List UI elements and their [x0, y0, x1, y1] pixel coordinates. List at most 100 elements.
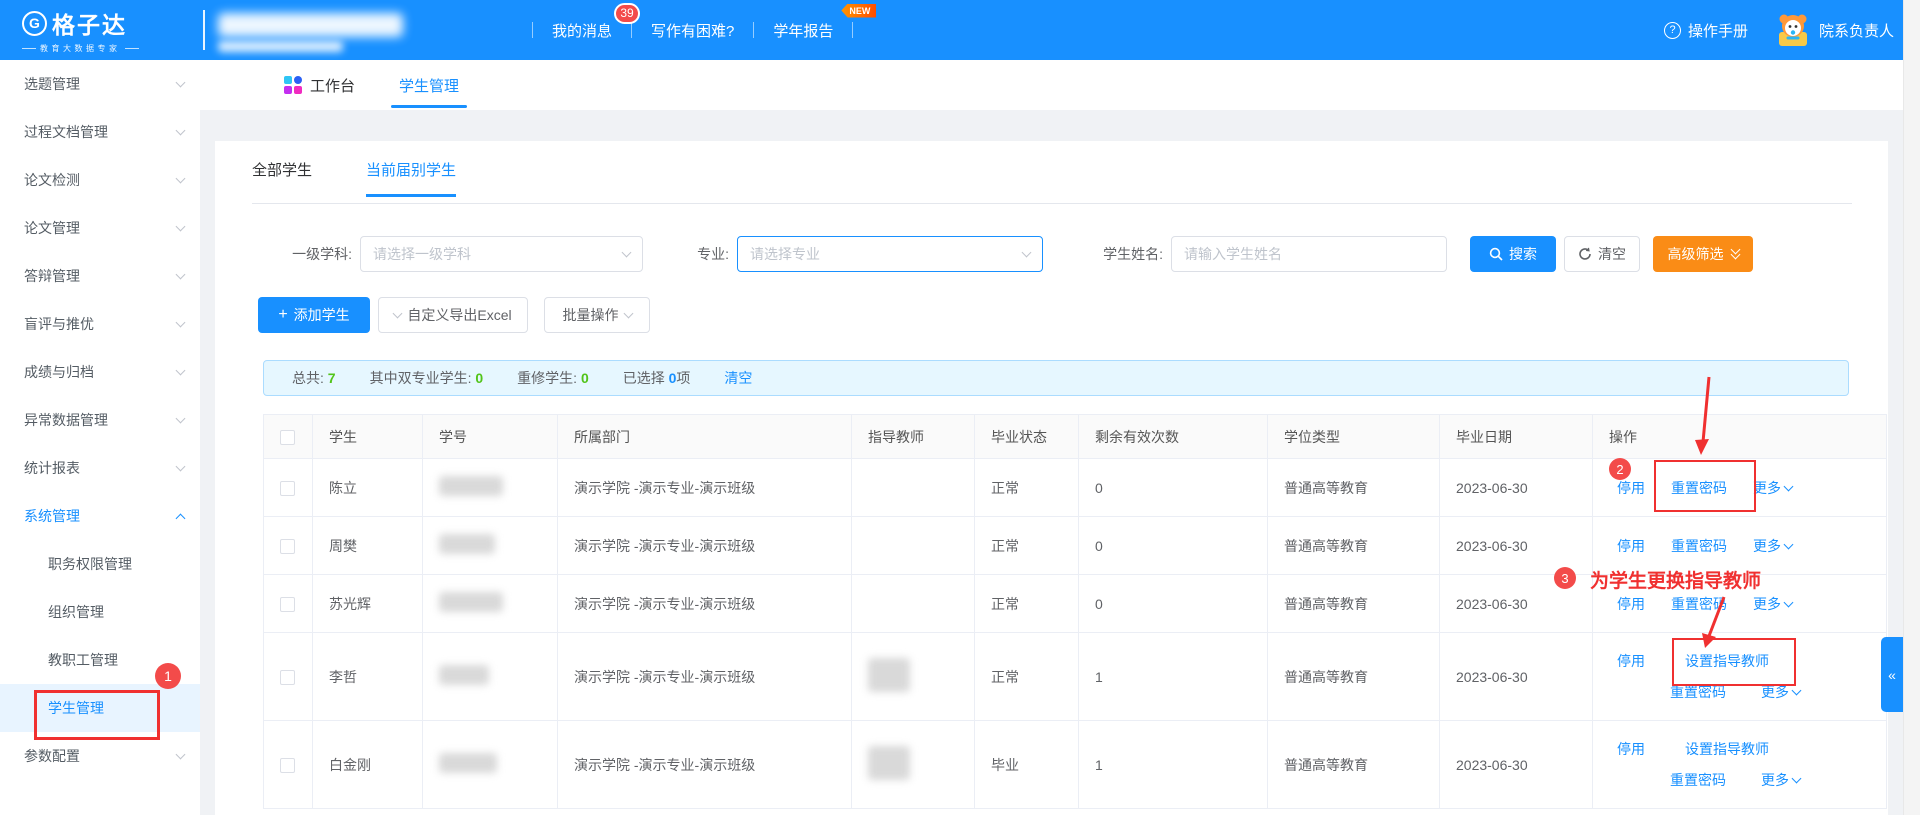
sidebar-item-abnormal-data[interactable]: 异常数据管理 [0, 396, 200, 444]
top-header: G格子达 教育大数据专家 我的消息 39 写作有困难? 学年报告 NEW [0, 0, 1903, 60]
row-checkbox[interactable] [280, 481, 295, 496]
manual-button[interactable]: ? 操作手册 [1664, 0, 1748, 60]
student-name-input[interactable] [1171, 236, 1447, 272]
cell-status: 正常 [975, 575, 1079, 633]
search-button[interactable]: 搜索 [1470, 236, 1556, 272]
advanced-filter-button[interactable]: 高级筛选 [1653, 236, 1753, 272]
disable-link[interactable]: 停用 [1617, 536, 1645, 556]
sidebar-item-role-permissions[interactable]: 职务权限管理 [0, 540, 200, 588]
sidebar-item-statistics[interactable]: 统计报表 [0, 444, 200, 492]
student-name-label: 学生姓名: [1081, 236, 1163, 272]
students-table: 学生 学号 所属部门 指导教师 毕业状态 剩余有效次数 学位类型 毕业日期 操作… [263, 414, 1887, 809]
chevron-down-icon [1792, 686, 1802, 696]
summary-dual-major: 其中双专业学生: 0 [370, 368, 484, 388]
sidebar-item-parameter-config[interactable]: 参数配置 [0, 732, 200, 780]
cell-department: 演示学院 -演示专业-演示班级 [558, 517, 852, 575]
cell-advisor [852, 575, 975, 633]
disable-link[interactable]: 停用 [1617, 739, 1645, 759]
subject-select[interactable]: 请选择一级学科 [360, 236, 643, 272]
sidebar-item-org-mgmt[interactable]: 组织管理 [0, 588, 200, 636]
cell-remaining: 0 [1079, 517, 1268, 575]
double-chevron-down-icon [1732, 251, 1739, 258]
tab-student-mgmt[interactable]: 学生管理 [377, 60, 481, 110]
clear-button[interactable]: 清空 [1564, 236, 1640, 272]
reset-password-link[interactable]: 重置密码 [1670, 770, 1726, 790]
student-id-redacted [439, 592, 503, 612]
cell-remaining: 0 [1079, 459, 1268, 517]
col-department: 所属部门 [558, 415, 852, 459]
subtab-current-cohort[interactable]: 当前届别学生 [366, 159, 456, 197]
cell-degree: 普通高等教育 [1268, 517, 1440, 575]
nav-annual-report[interactable]: 学年报告 NEW [754, 20, 852, 41]
scrollbar-track[interactable] [1903, 0, 1920, 815]
school-subtitle-redacted [218, 41, 343, 52]
cell-degree: 普通高等教育 [1268, 633, 1440, 721]
chevron-down-icon [1784, 481, 1794, 491]
sidebar-item-blind-review[interactable]: 盲评与推优 [0, 300, 200, 348]
user-menu[interactable]: 院系负责人 [1775, 0, 1894, 60]
nav-my-messages[interactable]: 我的消息 39 [533, 20, 631, 41]
summary-clear-link[interactable]: 清空 [724, 368, 752, 388]
cell-name: 苏光辉 [313, 575, 423, 633]
sidebar-item-paper-mgmt[interactable]: 论文管理 [0, 204, 200, 252]
student-subtabs: 全部学生 当前届别学生 [252, 159, 456, 197]
row-checkbox[interactable] [280, 539, 295, 554]
sidebar: 选题管理 过程文档管理 论文检测 论文管理 答辩管理 盲评与推优 成绩与归档 异… [0, 60, 200, 815]
select-all-checkbox[interactable] [280, 430, 295, 445]
cell-grad-date: 2023-06-30 [1440, 721, 1593, 809]
sidebar-item-paper-check[interactable]: 论文检测 [0, 156, 200, 204]
row-checkbox[interactable] [280, 670, 295, 685]
disable-link[interactable]: 停用 [1617, 651, 1645, 671]
cell-name: 周樊 [313, 517, 423, 575]
set-advisor-link[interactable]: 设置指导教师 [1685, 651, 1769, 671]
sidebar-item-student-mgmt[interactable]: 学生管理 [0, 684, 200, 732]
chevron-down-icon [176, 174, 186, 184]
subtab-all-students[interactable]: 全部学生 [252, 159, 312, 197]
col-grad-status: 毕业状态 [975, 415, 1079, 459]
disable-link[interactable]: 停用 [1617, 594, 1645, 614]
table-row: 李哲 演示学院 -演示专业-演示班级 正常 1 普通高等教育 2023-06-3… [264, 633, 1887, 721]
summary-bar: 总共: 7 其中双专业学生: 0 重修学生: 0 已选择 0项 清空 [263, 360, 1849, 396]
user-name: 院系负责人 [1819, 20, 1894, 41]
table-row: 陈立 演示学院 -演示专业-演示班级 正常 0 普通高等教育 2023-06-3… [264, 459, 1887, 517]
chevron-down-icon [176, 126, 186, 136]
sidebar-item-grades-archive[interactable]: 成绩与归档 [0, 348, 200, 396]
manual-label: 操作手册 [1688, 20, 1748, 41]
add-student-button[interactable]: + 添加学生 [258, 297, 370, 333]
advisor-redacted [868, 746, 910, 780]
reset-password-link[interactable]: 重置密码 [1671, 594, 1727, 614]
row-checkbox[interactable] [280, 597, 295, 612]
sidebar-item-staff-mgmt[interactable]: 教职工管理 [0, 636, 200, 684]
cell-status: 正常 [975, 517, 1079, 575]
nav-divider [852, 22, 853, 38]
export-excel-button[interactable]: 自定义导出Excel [378, 297, 528, 333]
chevron-down-icon [176, 270, 186, 280]
cell-advisor [852, 517, 975, 575]
col-student-id: 学号 [423, 415, 558, 459]
more-link[interactable]: 更多 [1753, 536, 1792, 556]
more-link[interactable]: 更多 [1753, 594, 1792, 614]
sidebar-item-defense-mgmt[interactable]: 答辩管理 [0, 252, 200, 300]
reset-password-link[interactable]: 重置密码 [1670, 682, 1726, 702]
disable-link[interactable]: 停用 [1617, 478, 1645, 498]
student-id-redacted [439, 534, 495, 554]
batch-actions-button[interactable]: 批量操作 [544, 297, 650, 333]
tab-workbench[interactable]: 工作台 [262, 60, 377, 110]
collapse-panel-tab[interactable]: « [1881, 637, 1903, 712]
advisor-redacted [868, 658, 910, 692]
summary-total: 总共: 7 [292, 368, 336, 388]
nav-writing-help[interactable]: 写作有困难? [632, 20, 753, 41]
more-link[interactable]: 更多 [1761, 770, 1800, 790]
reset-password-link[interactable]: 重置密码 [1671, 478, 1727, 498]
more-link[interactable]: 更多 [1753, 478, 1792, 498]
cell-degree: 普通高等教育 [1268, 459, 1440, 517]
major-select[interactable]: 请选择专业 [737, 236, 1043, 272]
sidebar-item-system-mgmt[interactable]: 系统管理 [0, 492, 200, 540]
subtab-divider [252, 203, 1852, 204]
sidebar-item-process-docs[interactable]: 过程文档管理 [0, 108, 200, 156]
reset-password-link[interactable]: 重置密码 [1671, 536, 1727, 556]
set-advisor-link[interactable]: 设置指导教师 [1685, 739, 1769, 759]
row-checkbox[interactable] [280, 758, 295, 773]
more-link[interactable]: 更多 [1761, 682, 1800, 702]
sidebar-item-topic-mgmt[interactable]: 选题管理 [0, 60, 200, 108]
